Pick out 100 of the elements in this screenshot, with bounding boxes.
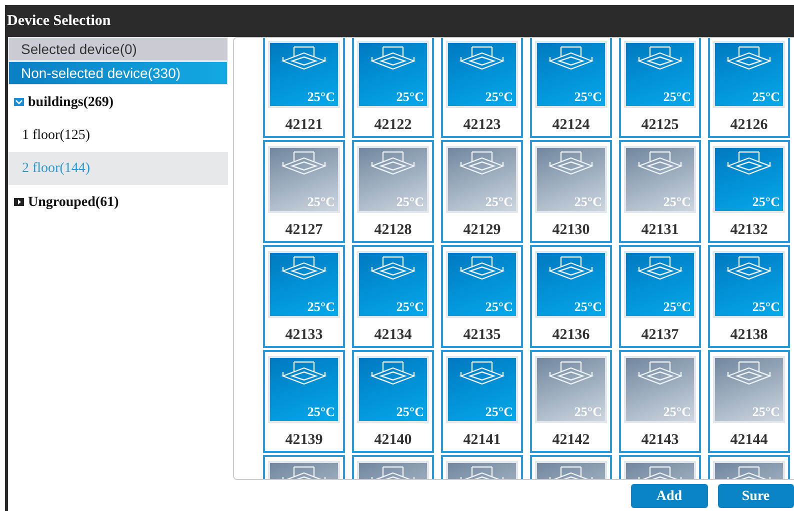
tree-group-label[interactable]: buildings(269) (28, 92, 114, 112)
device-number: 42124 (552, 116, 590, 134)
temperature-label: 25°C (752, 300, 780, 314)
device-number: 42142 (552, 430, 590, 450)
device-number: 42123 (463, 116, 501, 134)
device-number: 42136 (552, 326, 590, 344)
device-tile[interactable]: 25°C 42139 (263, 350, 345, 453)
temperature-label: 25°C (396, 300, 424, 314)
ceiling-unit-icon (281, 45, 327, 71)
device-number: 42135 (463, 326, 501, 344)
device-tile[interactable]: 25°C 42140 (352, 350, 434, 453)
device-tile[interactable]: 25°C 42134 (352, 245, 434, 348)
ceiling-unit-icon (637, 45, 683, 71)
temperature-label: 25°C (396, 90, 424, 104)
device-tile[interactable]: 25°C 42130 (530, 140, 612, 243)
ceiling-unit-icon (726, 150, 772, 176)
confirm-button[interactable]: Sure (718, 484, 794, 508)
device-tile[interactable]: 25°C 42125 (619, 38, 701, 138)
ceiling-unit-icon (726, 360, 772, 386)
device-number: 42134 (374, 326, 412, 344)
ceiling-unit-icon (281, 360, 327, 386)
device-number: 42143 (641, 430, 679, 450)
device-number: 42139 (285, 430, 323, 450)
temperature-label: 25°C (663, 90, 691, 104)
temperature-label: 25°C (396, 195, 424, 210)
temperature-label: 25°C (485, 195, 513, 210)
temperature-label: 25°C (574, 90, 602, 104)
device-number: 42127 (285, 220, 323, 240)
ceiling-unit-icon (459, 45, 505, 71)
device-number: 42131 (641, 220, 679, 240)
collapse-icon[interactable] (14, 98, 24, 106)
add-button[interactable]: Add (631, 484, 708, 508)
device-tile[interactable]: 25°C 42122 (352, 38, 434, 138)
temperature-label: 25°C (485, 405, 513, 420)
temperature-label: 25°C (485, 300, 513, 314)
device-number: 42133 (285, 326, 323, 344)
ceiling-unit-icon (370, 45, 416, 71)
device-tile[interactable]: 25°C 42143 (619, 350, 701, 453)
ceiling-unit-icon (637, 255, 683, 281)
temperature-label: 25°C (574, 405, 602, 420)
device-number: 42138 (730, 326, 768, 344)
device-tile[interactable]: 25°C 42127 (263, 140, 345, 243)
device-tile[interactable]: 25°C 42121 (263, 38, 345, 138)
temperature-label: 25°C (307, 405, 335, 420)
device-number: 42125 (641, 116, 679, 134)
device-tile[interactable]: 25°C 42123 (441, 38, 523, 138)
temperature-label: 25°C (663, 195, 691, 210)
device-tile[interactable]: 25°C 42132 (708, 140, 790, 243)
device-tile[interactable]: 25°C 42126 (708, 38, 790, 138)
ceiling-unit-icon (548, 255, 594, 281)
device-tile[interactable]: 25°C 42138 (708, 245, 790, 348)
temperature-label: 25°C (663, 405, 691, 420)
device-number: 42122 (374, 116, 412, 134)
expand-icon[interactable] (14, 198, 24, 206)
device-tile[interactable]: 25°C 42124 (530, 38, 612, 138)
ceiling-unit-icon (726, 255, 772, 281)
temperature-label: 25°C (307, 90, 335, 104)
temperature-label: 25°C (574, 300, 602, 314)
tree-item[interactable]: 1 floor(125) (8, 119, 228, 152)
ceiling-unit-icon (370, 150, 416, 176)
device-tab[interactable]: Selected device(0) (8, 37, 228, 61)
device-tile[interactable]: 25°C 42135 (441, 245, 523, 348)
temperature-label: 25°C (752, 90, 780, 104)
device-number: 42129 (463, 220, 501, 240)
device-tile[interactable]: 25°C 42142 (530, 350, 612, 453)
temperature-label: 25°C (396, 405, 424, 420)
temperature-label: 25°C (752, 405, 780, 420)
device-number: 42126 (730, 116, 768, 134)
device-tile[interactable]: 25°C 42133 (263, 245, 345, 348)
temperature-label: 25°C (485, 90, 513, 104)
ceiling-unit-icon (370, 360, 416, 386)
temperature-label: 25°C (574, 195, 602, 210)
device-tile[interactable]: 25°C 42136 (530, 245, 612, 348)
tree-group-label[interactable]: Ungrouped(61) (28, 192, 119, 212)
device-tile[interactable]: 25°C 42128 (352, 140, 434, 243)
ceiling-unit-icon (459, 360, 505, 386)
ceiling-unit-icon (548, 150, 594, 176)
temperature-label: 25°C (663, 300, 691, 314)
device-tile[interactable]: 25°C 42131 (619, 140, 701, 243)
temperature-label: 25°C (307, 300, 335, 314)
ceiling-unit-icon (370, 255, 416, 281)
device-number: 42137 (641, 326, 679, 344)
ceiling-unit-icon (281, 150, 327, 176)
device-number: 42132 (730, 220, 768, 240)
device-tile[interactable]: 25°C 42141 (441, 350, 523, 453)
ceiling-unit-icon (637, 150, 683, 176)
device-number: 42121 (285, 116, 323, 134)
device-number: 42144 (730, 430, 768, 450)
temperature-label: 25°C (752, 195, 780, 210)
ceiling-unit-icon (459, 255, 505, 281)
ceiling-unit-icon (459, 150, 505, 176)
device-tab[interactable]: Non-selected device(330) (8, 61, 228, 85)
device-number: 42140 (374, 430, 412, 450)
ceiling-unit-icon (548, 45, 594, 71)
device-number: 42128 (374, 220, 412, 240)
device-tile[interactable]: 25°C 42144 (708, 350, 790, 453)
device-tile[interactable]: 25°C 42129 (441, 140, 523, 243)
device-tile[interactable]: 25°C 42137 (619, 245, 701, 348)
window-title: Device Selection (5, 5, 794, 37)
ceiling-unit-icon (726, 45, 772, 71)
